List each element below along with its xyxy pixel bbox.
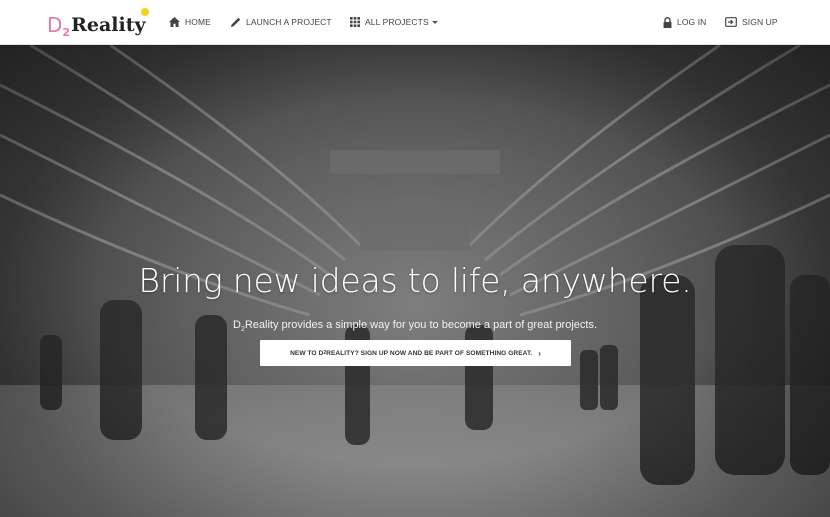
logo-word: Reality <box>71 14 146 36</box>
hero-section: Bring new ideas to life, anywhere. D2Rea… <box>0 45 830 517</box>
caret-down-icon <box>431 20 438 24</box>
home-icon <box>169 17 180 27</box>
nav-signup-link[interactable]: SIGN UP <box>725 14 778 30</box>
nav-launch-label: LAUNCH A PROJECT <box>246 17 332 27</box>
tagline-text: Reality provides a simple way for you to… <box>244 319 598 331</box>
hero-tagline: D2Reality provides a simple way for you … <box>0 319 830 333</box>
signup-cta-button[interactable]: NEW TO D 2 REALITY? SIGN UP NOW AND BE PAR… <box>260 340 571 366</box>
nav-launch-link[interactable]: LAUNCH A PROJECT <box>231 14 332 30</box>
sign-in-icon <box>725 17 737 27</box>
nav-home-label: HOME <box>185 17 211 27</box>
hero-headline: Bring new ideas to life, anywhere. <box>138 261 692 300</box>
nav-login-link[interactable]: LOG IN <box>663 14 706 30</box>
nav-all-projects-dropdown[interactable]: ALL PROJECTS <box>350 14 438 30</box>
tagline-prefix: D <box>232 319 241 331</box>
cta-prefix: NEW TO D <box>290 349 324 357</box>
nav-login-label: LOG IN <box>677 17 707 27</box>
logo-prefix: D <box>47 13 63 37</box>
logo-star-icon <box>140 8 149 16</box>
top-navbar: D 2 Reality HOME LAUNCH A PROJECT ALL PR… <box>0 0 830 45</box>
pencil-icon <box>231 17 241 27</box>
nav-all-projects-label: ALL PROJECTS <box>365 17 429 27</box>
grid-icon <box>350 17 360 27</box>
brand-logo[interactable]: D 2 Reality <box>47 8 149 39</box>
nav-signup-label: SIGN UP <box>742 17 778 27</box>
lock-icon <box>663 16 672 28</box>
nav-home-link[interactable]: HOME <box>169 14 211 30</box>
cta-label: REALITY? SIGN UP NOW AND BE PART OF SOME… <box>326 349 533 357</box>
chevron-right-icon: › <box>538 348 541 358</box>
logo-subscript: 2 <box>62 26 71 39</box>
